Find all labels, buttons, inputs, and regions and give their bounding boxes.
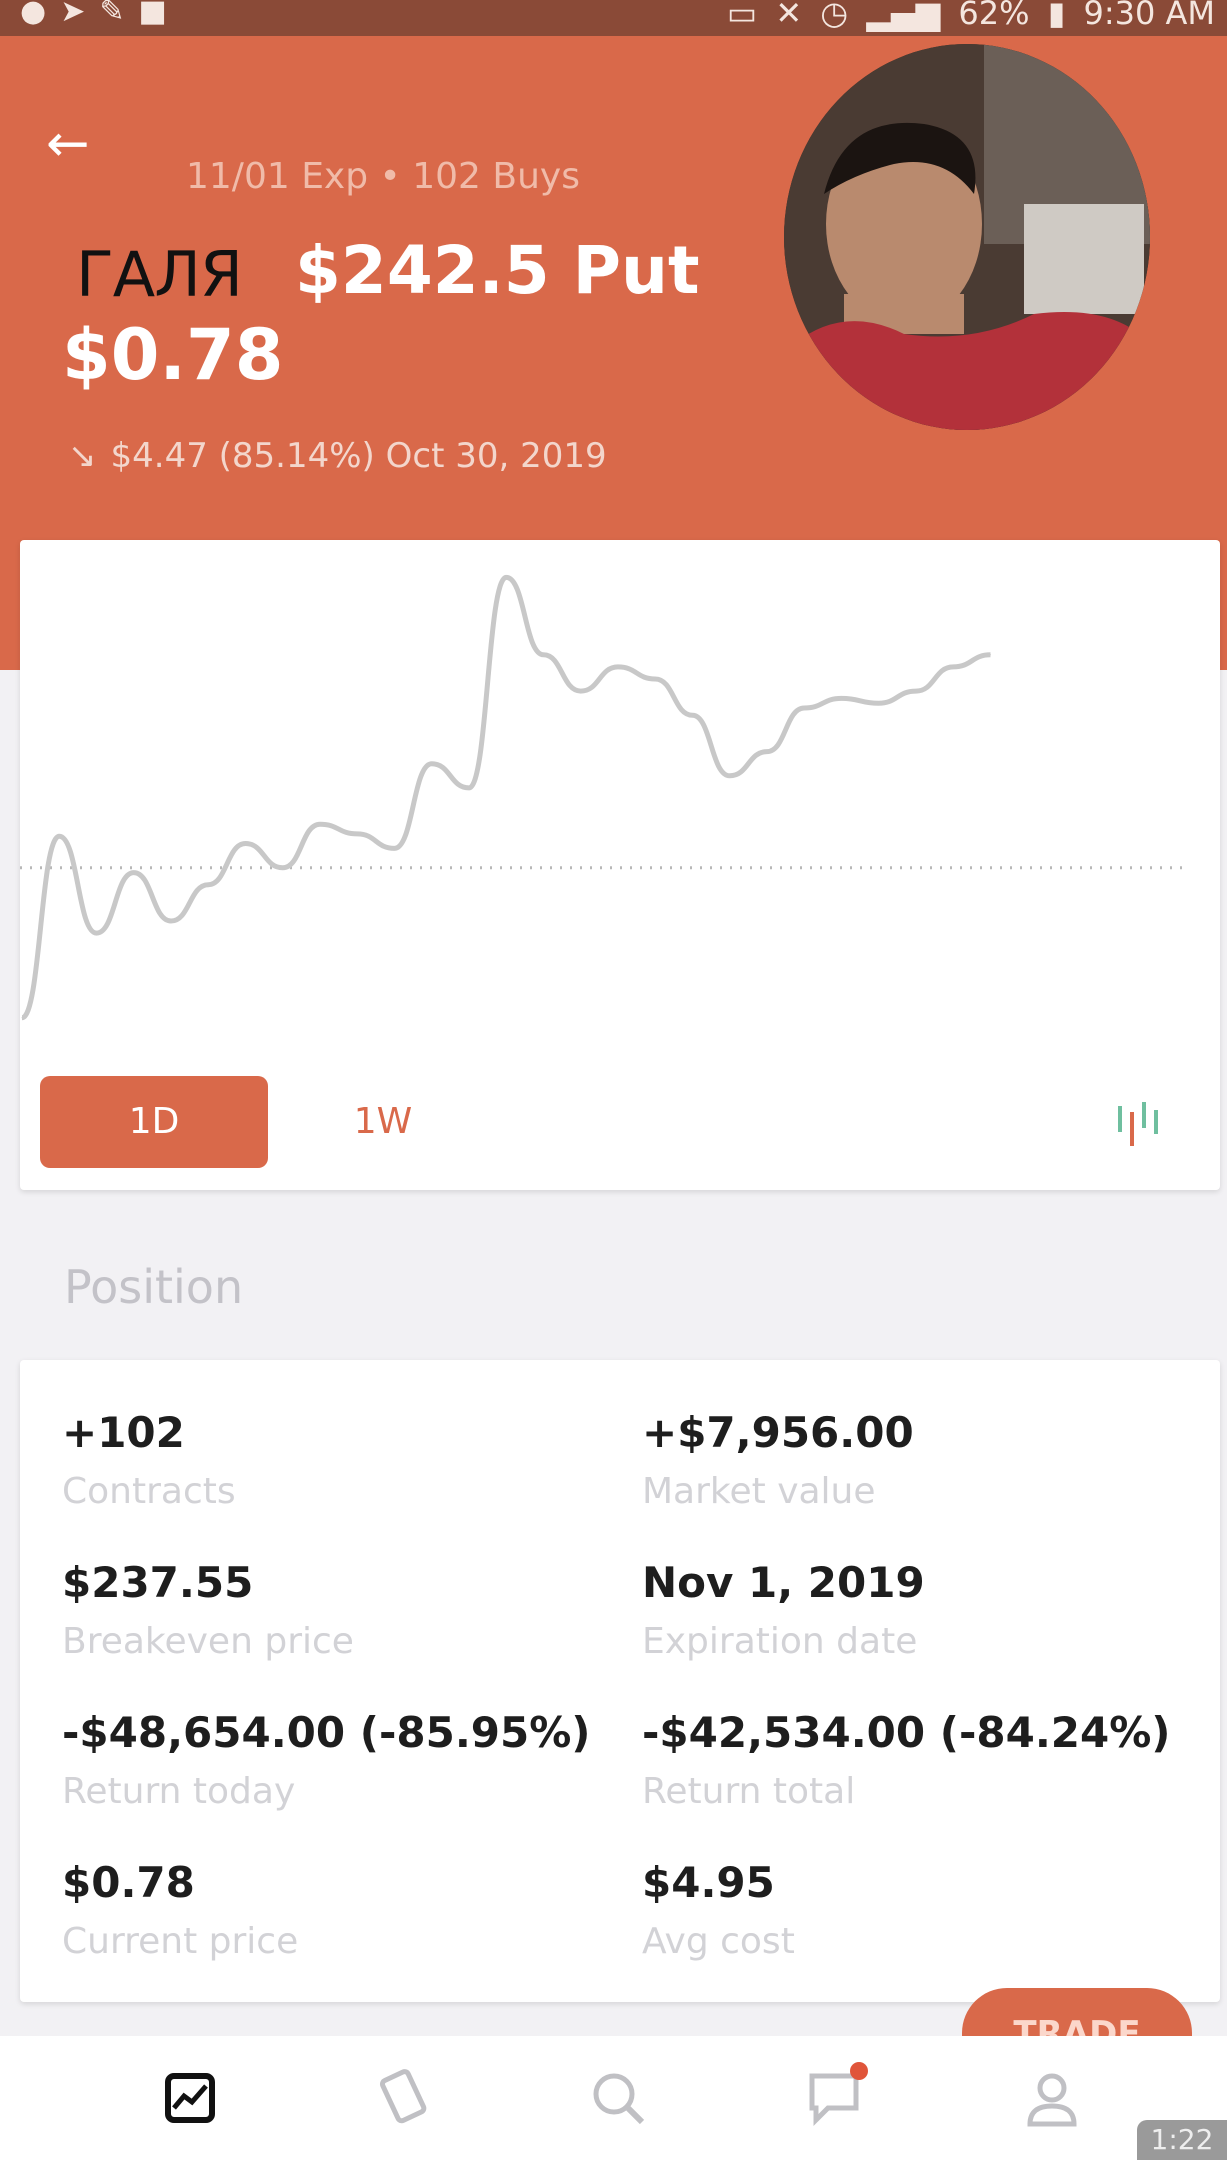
data-point <box>282 867 284 869</box>
data-point <box>505 576 507 578</box>
cast-icon: ▭ <box>726 0 758 32</box>
position-stat: -$42,534.00 (-84.24%) Return total <box>642 1708 1202 1812</box>
position-stat: Nov 1, 2019 Expiration date <box>642 1558 1202 1662</box>
position-stat: +102 Contracts <box>62 1408 622 1512</box>
data-point <box>356 833 358 835</box>
stat-value: $0.78 <box>62 1858 195 1907</box>
data-point <box>878 702 880 704</box>
data-point <box>580 690 582 692</box>
tools-icon: ✎ <box>99 0 139 29</box>
data-point <box>21 1017 23 1019</box>
navigation-icon: ➤ <box>60 0 100 29</box>
stat-label: Breakeven price <box>62 1621 354 1662</box>
change-text: $4.47 (85.14%) Oct 30, 2019 <box>110 436 607 476</box>
position-stat: +$7,956.00 Market value <box>642 1408 1202 1512</box>
strike-type: $242.5 Put <box>294 232 700 309</box>
data-point <box>766 751 768 753</box>
battery-icon: ▮ <box>1047 0 1066 32</box>
stat-value: +$7,956.00 <box>642 1408 914 1457</box>
alarm-icon: ◷ <box>820 0 849 32</box>
current-option-price: $0.78 <box>62 314 284 396</box>
stat-label: Market value <box>642 1471 876 1512</box>
data-point <box>431 763 433 765</box>
account-icon[interactable] <box>1020 2066 1084 2130</box>
stat-value: $237.55 <box>62 1558 254 1607</box>
stat-value: Nov 1, 2019 <box>642 1558 925 1607</box>
range-1w-button[interactable]: 1W <box>318 1076 448 1168</box>
notification-badge <box>850 2062 868 2080</box>
status-bar: ●➤✎■ ▭ ✕ ◷ ▂▄▆ 62% ▮ 9:30 AM <box>0 0 1227 36</box>
option-title: ГАЛЯ $242.5 Put <box>62 232 700 311</box>
messages-icon[interactable] <box>804 2062 868 2130</box>
stat-label: Contracts <box>62 1471 236 1512</box>
messenger-icon: ● <box>20 0 61 29</box>
data-point <box>393 847 395 849</box>
video-timer: 1:22 <box>1137 2120 1227 2160</box>
data-point <box>95 932 97 934</box>
price-chart[interactable] <box>20 540 1220 1060</box>
data-point <box>840 697 842 699</box>
notification-icons: ●➤✎■ <box>20 0 181 29</box>
stat-label: Return total <box>642 1771 856 1812</box>
chart-card: 1D 1W <box>20 540 1220 1190</box>
position-section-title: Position <box>64 1260 244 1314</box>
range-1d-button[interactable]: 1D <box>40 1076 268 1168</box>
webcam-overlay <box>784 44 1150 430</box>
stat-value: $4.95 <box>642 1858 775 1907</box>
stat-value: -$42,534.00 (-84.24%) <box>642 1708 1171 1757</box>
data-point <box>244 843 246 845</box>
portfolio-icon[interactable] <box>158 2066 222 2130</box>
data-point <box>915 690 917 692</box>
stat-label: Avg cost <box>642 1921 795 1962</box>
search-icon[interactable] <box>586 2066 650 2130</box>
mute-icon: ✕ <box>775 0 803 32</box>
data-point <box>207 884 209 886</box>
data-point <box>654 678 656 680</box>
data-point <box>170 920 172 922</box>
stat-value: -$48,654.00 (-85.95%) <box>62 1708 591 1757</box>
candlestick-icon[interactable] <box>1110 1098 1170 1148</box>
person-image <box>784 44 1150 430</box>
position-stat: $237.55 Breakeven price <box>62 1558 622 1662</box>
stat-value: +102 <box>62 1408 185 1457</box>
data-point <box>58 835 60 837</box>
cards-icon[interactable] <box>372 2066 436 2130</box>
data-point <box>542 654 544 656</box>
back-arrow-icon[interactable]: ← <box>46 116 102 172</box>
data-point <box>803 707 805 709</box>
data-point <box>989 654 991 656</box>
stat-label: Current price <box>62 1921 299 1962</box>
data-point <box>133 872 135 874</box>
ticker-symbol: ГАЛЯ <box>62 232 272 311</box>
signal-icon: ▂▄▆ <box>866 0 941 32</box>
data-point <box>468 787 470 789</box>
bottom-navigation <box>0 2036 1227 2160</box>
data-point <box>952 666 954 668</box>
price-change: ↘ $4.47 (85.14%) Oct 30, 2019 <box>68 436 607 476</box>
position-stat: $0.78 Current price <box>62 1858 622 1962</box>
position-stat: $4.95 Avg cost <box>642 1858 1202 1962</box>
system-icons: ▭ ✕ ◷ ▂▄▆ 62% ▮ 9:30 AM <box>719 0 1215 32</box>
data-point <box>729 775 731 777</box>
price-series-line <box>20 574 991 1021</box>
data-point <box>691 714 693 716</box>
ticker-text-overlay: ГАЛЯ <box>76 238 243 311</box>
expiration-subtitle: 11/01 Exp • 102 Buys <box>186 156 580 197</box>
position-card: +102 Contracts +$7,956.00 Market value $… <box>20 1360 1220 2002</box>
clock: 9:30 AM <box>1083 0 1215 32</box>
stat-label: Return today <box>62 1771 296 1812</box>
battery-percent: 62% <box>958 0 1030 32</box>
camera-icon: ■ <box>138 0 181 29</box>
down-arrow-icon: ↘ <box>68 436 97 476</box>
stat-label: Expiration date <box>642 1621 918 1662</box>
data-point <box>617 666 619 668</box>
position-stat: -$48,654.00 (-85.95%) Return today <box>62 1708 622 1812</box>
data-point <box>319 823 321 825</box>
